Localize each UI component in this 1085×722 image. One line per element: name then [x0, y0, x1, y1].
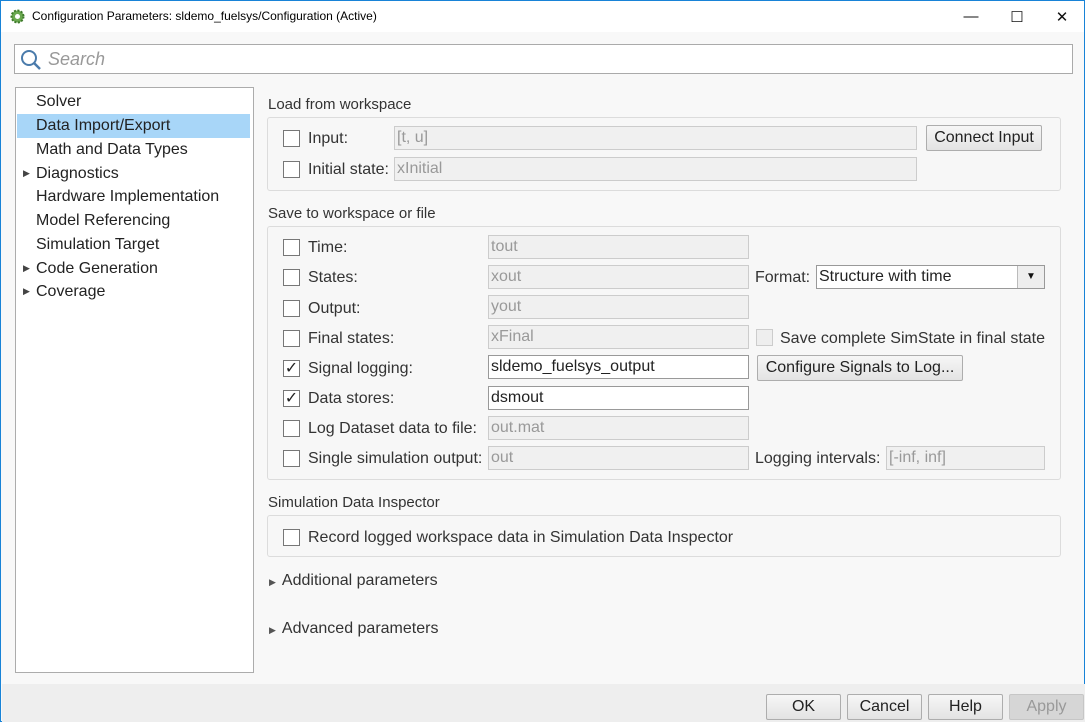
initial-state-checkbox[interactable]: [283, 161, 300, 178]
section-title-save: Save to workspace or file: [268, 205, 436, 222]
log-dataset-checkbox[interactable]: [283, 420, 300, 437]
category-tree: Solver Data Import/Export Math and Data …: [15, 87, 254, 673]
output-field[interactable]: yout: [488, 295, 749, 319]
final-states-field[interactable]: xFinal: [488, 325, 749, 349]
data-stores-label: Data stores:: [308, 390, 395, 407]
tree-item-model-referencing[interactable]: Model Referencing: [17, 209, 250, 233]
tree-item-label: Solver: [36, 93, 82, 110]
single-sim-output-field[interactable]: out: [488, 446, 749, 470]
advanced-parameters-toggle[interactable]: ▶ Advanced parameters: [269, 620, 438, 638]
section-title-sdi: Simulation Data Inspector: [268, 494, 440, 511]
expand-arrow-icon: ▶: [269, 577, 276, 587]
maximize-button[interactable]: ☐: [994, 1, 1040, 32]
initial-state-label: Initial state:: [308, 161, 389, 178]
ok-button[interactable]: OK: [766, 694, 841, 720]
tree-item-label: Data Import/Export: [36, 117, 171, 134]
tree-item-label: Simulation Target: [36, 236, 160, 253]
single-sim-output-label: Single simulation output:: [308, 450, 483, 467]
search-input[interactable]: Search: [14, 44, 1073, 74]
format-dropdown[interactable]: Structure with time ▼: [816, 265, 1045, 289]
log-dataset-label: Log Dataset data to file:: [308, 420, 477, 437]
tree-item-label: Math and Data Types: [36, 141, 188, 158]
format-label: Format:: [755, 269, 811, 286]
button-bar: OK Cancel Help Apply: [2, 684, 1085, 722]
time-field[interactable]: tout: [488, 235, 749, 259]
config-dialog: Configuration Parameters: sldemo_fuelsys…: [0, 0, 1085, 722]
expand-arrow-icon: ▶: [269, 625, 276, 635]
final-states-checkbox[interactable]: [283, 330, 300, 347]
tree-item-math-data-types[interactable]: Math and Data Types: [17, 138, 250, 162]
minimize-button[interactable]: —: [948, 1, 994, 32]
simulink-gear-icon: [10, 9, 25, 24]
logging-intervals-field[interactable]: [-inf, inf]: [886, 446, 1045, 470]
tree-item-hardware-implementation[interactable]: Hardware Implementation: [17, 185, 250, 209]
initial-state-field[interactable]: xInitial: [394, 157, 917, 181]
data-stores-field[interactable]: dsmout: [488, 386, 749, 410]
final-states-label: Final states:: [308, 330, 395, 347]
data-stores-checkbox[interactable]: ✓: [283, 390, 300, 407]
output-label: Output:: [308, 300, 361, 317]
format-value: Structure with time: [819, 268, 952, 285]
tree-item-label: Diagnostics: [36, 165, 119, 182]
tree-item-coverage[interactable]: ▶ Coverage: [17, 280, 250, 304]
close-button[interactable]: ✕: [1039, 1, 1085, 32]
cancel-button[interactable]: Cancel: [847, 694, 922, 720]
tree-item-simulation-target[interactable]: Simulation Target: [17, 233, 250, 257]
tree-item-code-generation[interactable]: ▶ Code Generation: [17, 257, 250, 281]
time-label: Time:: [308, 239, 348, 256]
tree-item-diagnostics[interactable]: ▶ Diagnostics: [17, 162, 250, 186]
help-button[interactable]: Help: [928, 694, 1003, 720]
tree-item-label: Model Referencing: [36, 212, 171, 229]
input-checkbox[interactable]: [283, 130, 300, 147]
record-sdi-label: Record logged workspace data in Simulati…: [308, 529, 734, 546]
expand-arrow-icon[interactable]: ▶: [23, 280, 30, 303]
window-title: Configuration Parameters: sldemo_fuelsys…: [32, 9, 377, 23]
save-simstate-label: Save complete SimState in final state: [780, 330, 1046, 347]
additional-parameters-toggle[interactable]: ▶ Additional parameters: [269, 572, 438, 590]
search-icon: [21, 50, 41, 70]
states-label: States:: [308, 269, 358, 286]
signal-logging-label: Signal logging:: [308, 360, 413, 377]
section-title-load: Load from workspace: [268, 96, 412, 113]
output-checkbox[interactable]: [283, 300, 300, 317]
log-dataset-field[interactable]: out.mat: [488, 416, 749, 440]
single-sim-output-checkbox[interactable]: [283, 450, 300, 467]
logging-intervals-label: Logging intervals:: [755, 450, 881, 467]
signal-logging-checkbox[interactable]: ✓: [283, 360, 300, 377]
search-placeholder: Search: [48, 49, 106, 69]
tree-item-data-import-export[interactable]: Data Import/Export: [17, 114, 250, 138]
connect-input-button[interactable]: Connect Input: [926, 125, 1042, 151]
expand-arrow-icon[interactable]: ▶: [23, 257, 30, 280]
tree-item-solver[interactable]: Solver: [17, 90, 250, 114]
states-checkbox[interactable]: [283, 269, 300, 286]
additional-parameters-label: Additional parameters: [281, 572, 438, 589]
tree-item-label: Hardware Implementation: [36, 188, 220, 205]
configure-signals-button[interactable]: Configure Signals to Log...: [757, 355, 963, 381]
tree-item-label: Coverage: [36, 283, 106, 300]
tree-item-label: Code Generation: [36, 260, 158, 277]
states-field[interactable]: xout: [488, 265, 749, 289]
expand-arrow-icon[interactable]: ▶: [23, 162, 30, 185]
chevron-down-icon[interactable]: ▼: [1017, 266, 1044, 288]
record-sdi-checkbox[interactable]: [283, 529, 300, 546]
input-field[interactable]: [t, u]: [394, 126, 917, 150]
time-checkbox[interactable]: [283, 239, 300, 256]
title-bar: Configuration Parameters: sldemo_fuelsys…: [1, 1, 1084, 32]
signal-logging-field[interactable]: sldemo_fuelsys_output: [488, 355, 749, 379]
apply-button[interactable]: Apply: [1009, 694, 1084, 720]
advanced-parameters-label: Advanced parameters: [281, 620, 439, 637]
input-label: Input:: [308, 130, 349, 147]
save-simstate-checkbox[interactable]: [756, 329, 773, 346]
